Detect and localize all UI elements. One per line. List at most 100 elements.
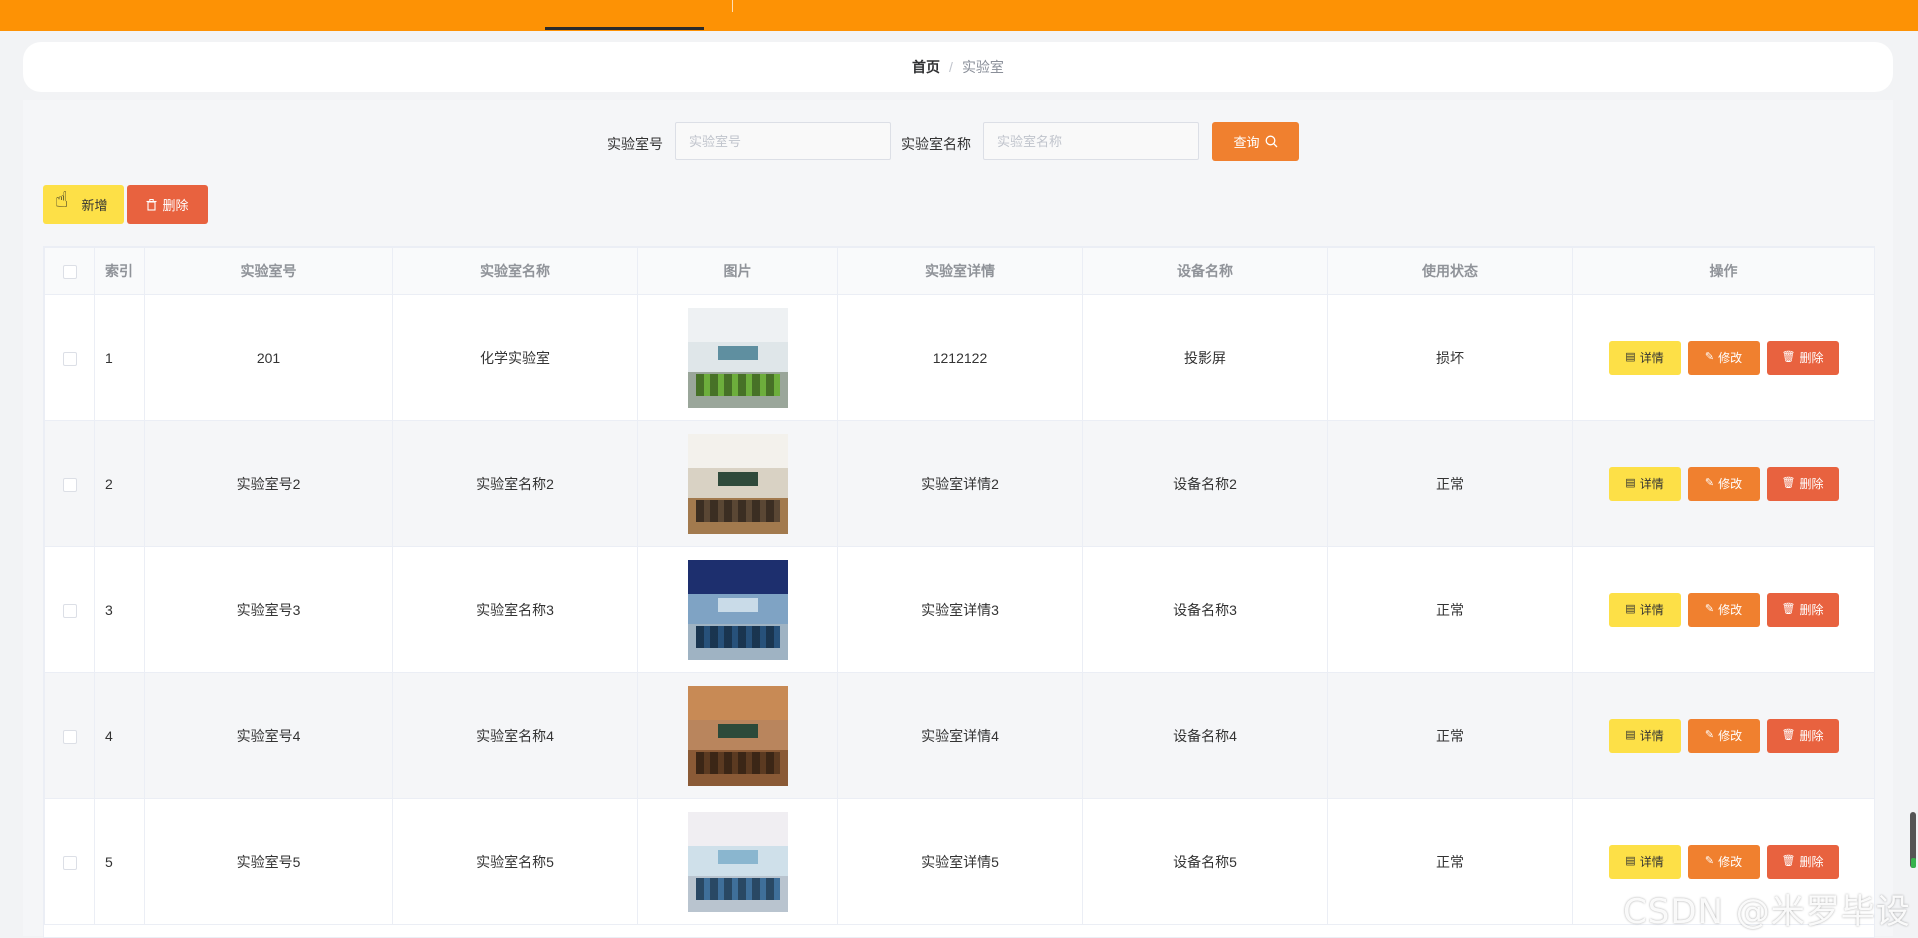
row-select-cell — [44, 420, 95, 547]
delete-button[interactable]: 🗑 删除 — [1766, 592, 1839, 627]
cell-index: 2 — [94, 420, 145, 547]
pencil-icon: ✎ — [1704, 477, 1715, 489]
edit-button-label: 修改 — [1718, 351, 1743, 365]
search-icon — [1265, 135, 1277, 148]
document-icon: ▤ — [1625, 477, 1636, 489]
lab-photo-thumbnail[interactable] — [687, 559, 788, 660]
edit-button[interactable]: ✎ 修改 — [1687, 466, 1760, 501]
detail-button[interactable]: ▤ 详情 — [1608, 844, 1681, 879]
nav-active-underline — [545, 27, 704, 30]
search-bar: 实验室号 实验室名称 查询 — [23, 122, 1893, 162]
table-row: 4 实验室号4 实验室名称4 实验室详情4 设备名称4 正常 ▤ 详情 ✎ 修改… — [44, 672, 1874, 799]
row-checkbox[interactable] — [62, 477, 77, 492]
detail-button[interactable]: ▤ 详情 — [1608, 718, 1681, 753]
query-button[interactable]: 查询 — [1212, 122, 1299, 161]
delete-button-label: 删除 — [1799, 855, 1824, 869]
cell-lab-name: 化学实验室 — [392, 294, 638, 421]
edit-button-label: 修改 — [1718, 477, 1743, 491]
cell-lab-detail: 实验室详情4 — [837, 672, 1083, 799]
delete-button[interactable]: 🗑 删除 — [1766, 466, 1839, 501]
cell-status: 正常 — [1327, 672, 1573, 799]
edit-button[interactable]: ✎ 修改 — [1687, 718, 1760, 753]
cell-status: 正常 — [1327, 420, 1573, 547]
table-row: 1 201 化学实验室 1212122 投影屏 损坏 ▤ 详情 ✎ 修改 🗑 删… — [44, 294, 1874, 421]
lab-name-input[interactable] — [983, 122, 1199, 160]
cell-image — [637, 798, 838, 925]
edit-button[interactable]: ✎ 修改 — [1687, 844, 1760, 879]
select-all-checkbox[interactable] — [62, 265, 77, 280]
lab-no-input[interactable] — [675, 122, 891, 160]
detail-button[interactable]: ▤ 详情 — [1608, 592, 1681, 627]
header-lab-no: 实验室号 — [144, 247, 393, 295]
document-icon: ▤ — [1625, 855, 1636, 867]
cell-lab-name: 实验室名称5 — [392, 798, 638, 925]
delete-button[interactable]: 🗑 删除 — [1766, 340, 1839, 375]
trash-icon — [146, 198, 157, 211]
edit-button-label: 修改 — [1718, 603, 1743, 617]
cell-lab-no: 实验室号3 — [144, 546, 393, 673]
edit-button[interactable]: ✎ 修改 — [1687, 592, 1760, 627]
lab-photo-thumbnail[interactable] — [687, 307, 788, 408]
pencil-icon: ✎ — [1704, 729, 1715, 741]
lab-name-label: 实验室名称 — [901, 136, 971, 152]
detail-button[interactable]: ▤ 详情 — [1608, 340, 1681, 375]
row-checkbox[interactable] — [62, 729, 77, 744]
delete-button-label: 删除 — [1799, 351, 1824, 365]
cell-lab-detail: 实验室详情2 — [837, 420, 1083, 547]
lab-no-label: 实验室号 — [607, 136, 663, 152]
edit-button[interactable]: ✎ 修改 — [1687, 340, 1760, 375]
watermark: CSDN @米罗毕设 — [1623, 892, 1911, 932]
cell-image — [637, 420, 838, 547]
cell-index: 4 — [94, 672, 145, 799]
document-icon: ▤ — [1625, 351, 1636, 363]
cell-image — [637, 672, 838, 799]
document-icon: ▤ — [1625, 603, 1636, 615]
hand-cursor-icon: ☝ — [55, 187, 69, 212]
detail-button-label: 详情 — [1639, 729, 1664, 743]
pencil-icon: ✎ — [1704, 603, 1715, 615]
table-header-row: 索引 实验室号 实验室名称 图片 实验室详情 设备名称 使用状态 操作 — [44, 247, 1874, 295]
cell-lab-name: 实验室名称2 — [392, 420, 638, 547]
lab-photo-thumbnail[interactable] — [687, 433, 788, 534]
header-actions: 操作 — [1572, 247, 1874, 295]
header-device-name: 设备名称 — [1082, 247, 1328, 295]
scrollbar-indicator — [1911, 858, 1916, 868]
cell-image — [637, 546, 838, 673]
row-checkbox[interactable] — [62, 351, 77, 366]
cell-status: 正常 — [1327, 546, 1573, 673]
row-checkbox[interactable] — [62, 603, 77, 618]
lab-photo-thumbnail[interactable] — [687, 811, 788, 912]
cell-lab-no: 实验室号5 — [144, 798, 393, 925]
batch-delete-button[interactable]: 删除 — [127, 185, 208, 224]
document-icon: ▤ — [1625, 729, 1636, 741]
lab-table: 索引 实验室号 实验室名称 图片 实验室详情 设备名称 使用状态 操作 1 20… — [43, 246, 1875, 938]
cell-lab-detail: 实验室详情5 — [837, 798, 1083, 925]
row-checkbox[interactable] — [62, 855, 77, 870]
breadcrumb-separator: / — [949, 59, 953, 75]
breadcrumb-home[interactable]: 首页 — [912, 57, 940, 77]
breadcrumb: 首页 / 实验室 — [23, 42, 1893, 92]
trash-icon: 🗑 — [1781, 729, 1796, 741]
detail-button[interactable]: ▤ 详情 — [1608, 466, 1681, 501]
breadcrumb-current: 实验室 — [961, 59, 1004, 75]
query-button-label: 查询 — [1233, 135, 1260, 150]
table-row: 2 实验室号2 实验室名称2 实验室详情2 设备名称2 正常 ▤ 详情 ✎ 修改… — [44, 420, 1874, 547]
cell-index: 5 — [94, 798, 145, 925]
header-lab-detail: 实验室详情 — [837, 247, 1083, 295]
row-select-cell — [44, 798, 95, 925]
detail-button-label: 详情 — [1639, 477, 1664, 491]
table-row: 5 实验室号5 实验室名称5 实验室详情5 设备名称5 正常 ▤ 详情 ✎ 修改… — [44, 798, 1874, 925]
edit-button-label: 修改 — [1718, 729, 1743, 743]
main-panel: 实验室号 实验室名称 查询 新增 删除 — [23, 100, 1893, 938]
cell-lab-name: 实验室名称3 — [392, 546, 638, 673]
table-row: 3 实验室号3 实验室名称3 实验室详情3 设备名称3 正常 ▤ 详情 ✎ 修改… — [44, 546, 1874, 673]
cell-device-name: 设备名称3 — [1082, 546, 1328, 673]
cell-device-name: 设备名称2 — [1082, 420, 1328, 547]
delete-button-label: 删除 — [1799, 477, 1824, 491]
lab-photo-thumbnail[interactable] — [687, 685, 788, 786]
delete-button[interactable]: 🗑 删除 — [1766, 844, 1839, 879]
header-index: 索引 — [94, 247, 145, 295]
header-select-all — [44, 247, 95, 295]
cell-lab-detail: 实验室详情3 — [837, 546, 1083, 673]
delete-button[interactable]: 🗑 删除 — [1766, 718, 1839, 753]
